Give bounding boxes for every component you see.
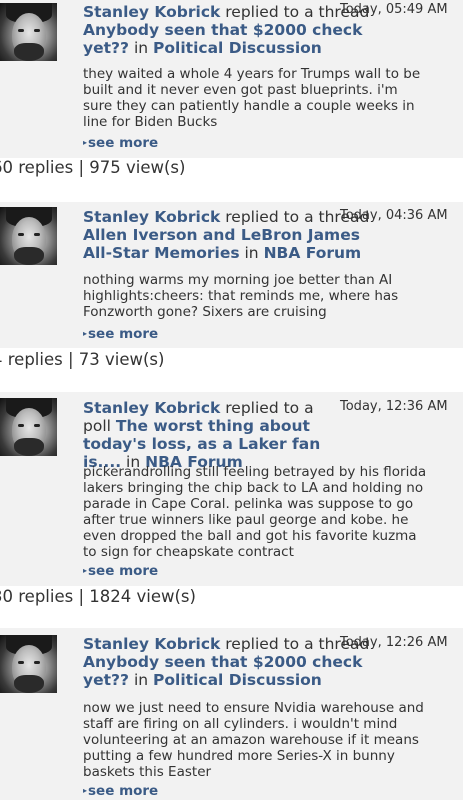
username-link[interactable]: Stanley Kobrick bbox=[83, 208, 220, 226]
in-text: in bbox=[133, 39, 149, 57]
activity-header: Stanley Kobrick replied to a thread Alle… bbox=[83, 208, 373, 262]
username-link[interactable]: Stanley Kobrick bbox=[83, 399, 220, 417]
post-excerpt: nothing warms my morning joe better than… bbox=[83, 272, 399, 320]
forum-link[interactable]: NBA Forum bbox=[264, 244, 362, 262]
post-timestamp: Today, 12:36 AM bbox=[340, 399, 448, 414]
user-avatar[interactable] bbox=[0, 635, 57, 693]
forum-link[interactable]: Political Discussion bbox=[153, 39, 322, 57]
see-more-link[interactable]: ▸see more bbox=[83, 326, 158, 342]
post-excerpt: pickerandrolling still feeling betrayed … bbox=[83, 464, 427, 560]
user-avatar[interactable] bbox=[0, 207, 57, 265]
reply-view-stats: 4 replies | 73 view(s) bbox=[0, 350, 165, 369]
in-text: in bbox=[133, 671, 149, 689]
activity-header: Stanley Kobrick replied to a thread Anyb… bbox=[83, 3, 373, 57]
activity-header: Stanley Kobrick replied to a poll The wo… bbox=[83, 399, 341, 471]
post-excerpt: they waited a whole 4 years for Trumps w… bbox=[83, 66, 421, 130]
see-more-link[interactable]: ▸see more bbox=[83, 563, 158, 579]
caret-right-icon: ▸ bbox=[83, 786, 88, 795]
user-avatar[interactable] bbox=[0, 3, 57, 61]
activity-header: Stanley Kobrick replied to a thread Anyb… bbox=[83, 635, 373, 689]
username-link[interactable]: Stanley Kobrick bbox=[83, 635, 220, 653]
action-text: replied to a thread bbox=[225, 635, 370, 653]
caret-right-icon: ▸ bbox=[83, 566, 88, 575]
action-text: replied to a thread bbox=[225, 208, 370, 226]
see-more-link[interactable]: ▸see more bbox=[83, 783, 158, 799]
reply-view-stats: 60 replies | 975 view(s) bbox=[0, 158, 186, 177]
reply-view-stats: 30 replies | 1824 view(s) bbox=[0, 587, 196, 606]
post-excerpt: now we just need to ensure Nvidia wareho… bbox=[83, 700, 424, 780]
user-avatar[interactable] bbox=[0, 398, 57, 456]
in-text: in bbox=[244, 244, 259, 262]
caret-right-icon: ▸ bbox=[83, 138, 88, 147]
username-link[interactable]: Stanley Kobrick bbox=[83, 3, 220, 21]
action-text: replied to a thread bbox=[225, 3, 370, 21]
forum-link[interactable]: Political Discussion bbox=[153, 671, 322, 689]
caret-right-icon: ▸ bbox=[83, 329, 88, 338]
see-more-link[interactable]: ▸see more bbox=[83, 135, 158, 151]
